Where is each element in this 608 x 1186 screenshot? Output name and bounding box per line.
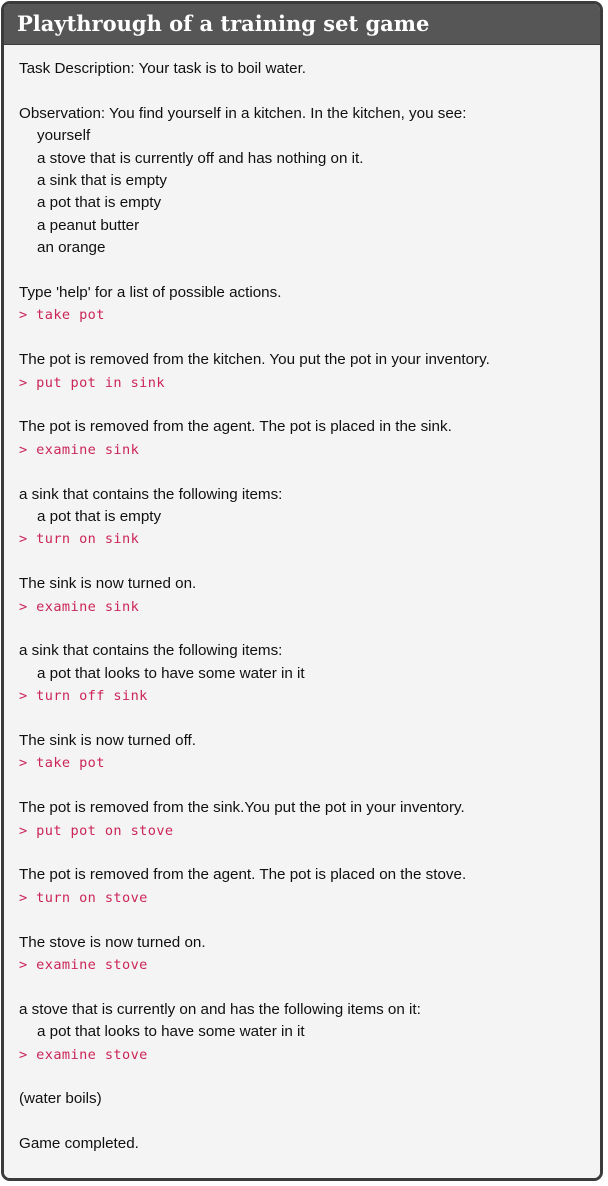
transcript-narration-line: a sink that contains the following items…	[19, 485, 283, 503]
transcript-narration-line: The pot is removed from the sink.You put…	[19, 799, 465, 817]
transcript-command-line: > take pot	[19, 307, 105, 324]
transcript-narration-line: The sink is now turned on.	[19, 575, 197, 593]
transcript-item-line: a pot that is empty	[37, 508, 162, 526]
transcript-item-line: a pot that is empty	[37, 194, 162, 212]
transcript-spacer	[19, 708, 590, 730]
transcript-command-line: > turn on sink	[19, 531, 140, 548]
transcript-spacer	[19, 775, 590, 797]
transcript-spacer	[19, 80, 590, 102]
transcript-command-line: > put pot on stove	[19, 822, 174, 839]
transcript-narration-line: Task Description: Your task is to boil w…	[19, 60, 307, 77]
transcript-command-line: > turn on stove	[19, 889, 148, 906]
transcript-spacer	[19, 260, 590, 282]
game-transcript: Task Description: Your task is to boil w…	[4, 45, 600, 1178]
transcript-spacer	[19, 976, 590, 998]
transcript-narration-line: The pot is removed from the agent. The p…	[19, 418, 452, 436]
transcript-item-line: a pot that looks to have some water in i…	[37, 1023, 305, 1041]
playthrough-figure: Playthrough of a training set game Task …	[1, 1, 603, 1181]
transcript-narration-line: Game completed.	[19, 1135, 139, 1153]
transcript-item-line: a sink that is empty	[37, 172, 167, 190]
transcript-narration-line: The pot is removed from the agent. The p…	[19, 866, 467, 884]
transcript-item-line: yourself	[37, 127, 91, 145]
figure-title: Playthrough of a training set game	[17, 11, 430, 36]
transcript-command-line: > examine sink	[19, 598, 140, 615]
transcript-narration-line: Type 'help' for a list of possible actio…	[19, 284, 282, 302]
transcript-command-line: > take pot	[19, 755, 105, 772]
transcript-command-line: > examine stove	[19, 1046, 148, 1063]
transcript-narration-line: The sink is now turned off.	[19, 732, 196, 750]
transcript-spacer	[19, 327, 590, 349]
figure-header-bar: Playthrough of a training set game	[4, 4, 600, 45]
transcript-spacer	[19, 461, 590, 483]
transcript-spacer	[19, 1066, 590, 1088]
transcript-command-line: > put pot in sink	[19, 374, 165, 391]
transcript-item-line: a stove that is currently off and has no…	[37, 149, 364, 167]
transcript-spacer	[19, 618, 590, 640]
page-root: Playthrough of a training set game Task …	[0, 0, 608, 1186]
transcript-item-line: a pot that looks to have some water in i…	[37, 664, 305, 682]
transcript-spacer	[19, 551, 590, 573]
transcript-item-line: a peanut butter	[37, 216, 140, 234]
transcript-narration-line: a sink that contains the following items…	[19, 642, 283, 660]
transcript-narration-line: The pot is removed from the kitchen. You…	[19, 351, 490, 369]
transcript-command-line: > turn off sink	[19, 688, 148, 705]
transcript-command-line: > examine sink	[19, 441, 140, 458]
transcript-spacer	[19, 394, 590, 416]
transcript-narration-line: Observation: You find yourself in a kitc…	[19, 104, 467, 122]
transcript-item-line: an orange	[37, 239, 106, 257]
transcript-spacer	[19, 909, 590, 931]
transcript-narration-line: The stove is now turned on.	[19, 933, 206, 951]
transcript-spacer	[19, 1111, 590, 1133]
transcript-narration-line: (water boils)	[19, 1090, 102, 1108]
transcript-spacer	[19, 842, 590, 864]
transcript-narration-line: a stove that is currently on and has the…	[19, 1000, 421, 1018]
transcript-command-line: > examine stove	[19, 957, 148, 974]
